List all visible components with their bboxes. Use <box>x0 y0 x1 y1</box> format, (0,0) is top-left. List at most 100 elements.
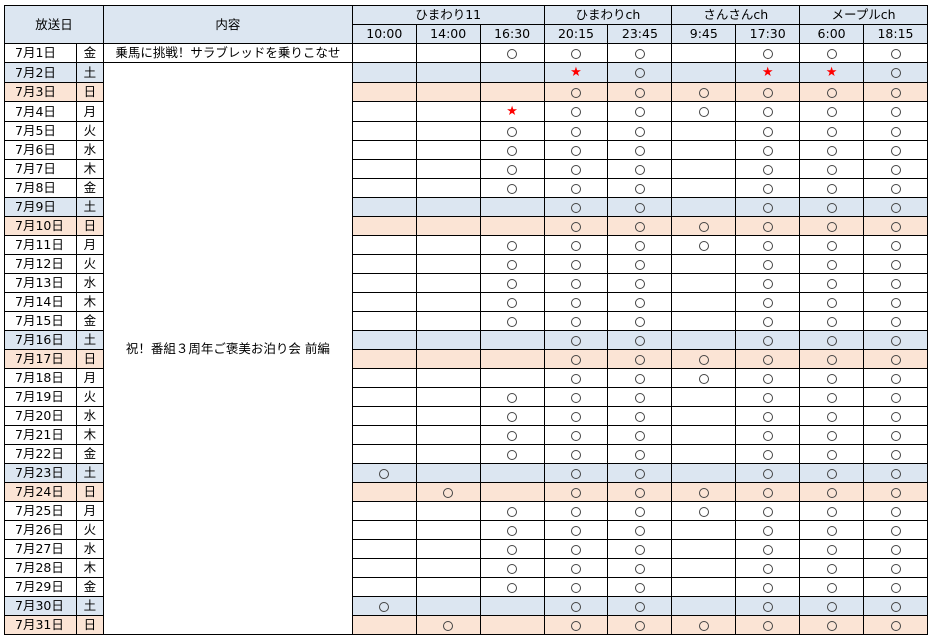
slot-cell <box>479 368 545 388</box>
weekday: 火 <box>75 387 104 407</box>
slot-cell <box>735 330 801 350</box>
circle-icon <box>826 544 837 555</box>
weekday: 金 <box>75 43 104 63</box>
schedule-row: 7月2日土祝！番組３周年ご褒美お泊り会 前編 ★ ★ ★ <box>4 62 928 635</box>
slot-cell <box>735 463 801 483</box>
circle-icon <box>571 259 581 270</box>
weekday: 水 <box>75 273 104 293</box>
slot-cell <box>671 273 737 293</box>
slot-cell <box>415 501 481 521</box>
circle-icon <box>507 411 518 422</box>
circle-icon <box>698 240 709 251</box>
slot-cell <box>799 539 865 559</box>
circle-icon <box>571 525 581 536</box>
circle-icon <box>762 221 773 232</box>
circle-icon <box>890 316 901 327</box>
circle-icon <box>826 278 837 289</box>
slot-cell <box>607 101 673 122</box>
slot-cell <box>351 387 417 407</box>
slot-cell: ★ <box>735 62 801 83</box>
circle-icon <box>826 563 837 574</box>
slot-cell <box>671 387 737 407</box>
slot-cell <box>479 292 545 312</box>
slot-cell <box>415 444 481 464</box>
circle-icon <box>890 335 901 346</box>
circle-icon <box>507 48 518 59</box>
schedule-body: 7月1日金乗馬に挑戦！サラブレッドを乗りこなせ 7月2日土祝！番組３周年ご褒美お泊… <box>4 43 928 635</box>
slot-cell <box>415 82 481 102</box>
circle-icon <box>507 392 518 403</box>
circle-icon <box>571 126 581 137</box>
slot-cell <box>351 292 417 312</box>
slot-cell: ★ <box>479 101 545 122</box>
slot-cell <box>543 254 609 274</box>
circle-icon <box>634 582 645 593</box>
slot-cell <box>735 444 801 464</box>
slot-cell <box>351 330 417 350</box>
slot-cell <box>799 558 865 578</box>
broadcast-date: 7月7日 <box>4 159 77 179</box>
slot-cell <box>351 463 417 483</box>
circle-icon <box>571 316 581 327</box>
circle-icon <box>826 525 837 536</box>
circle-icon <box>890 240 901 251</box>
slot-cell <box>607 444 673 464</box>
slot-cell <box>543 82 609 102</box>
slot-cell <box>543 178 609 198</box>
slot-cell <box>351 482 417 502</box>
slot-cell <box>415 349 481 369</box>
slot-cell <box>415 330 481 350</box>
slot-cell <box>671 235 737 255</box>
slot-cell <box>607 121 673 141</box>
slot-cell: ★ <box>799 62 865 83</box>
slot-cell <box>415 178 481 198</box>
slot-cell <box>479 330 545 350</box>
weekday: 木 <box>75 159 104 179</box>
circle-icon <box>762 582 773 593</box>
circle-icon <box>890 563 901 574</box>
slot-cell <box>415 197 481 217</box>
slot-cell <box>799 368 865 388</box>
circle-icon <box>762 126 773 137</box>
slot-cell <box>671 101 737 122</box>
weekday: 金 <box>75 178 104 198</box>
slot-cell <box>479 444 545 464</box>
slot-cell <box>799 82 865 102</box>
circle-icon <box>762 411 773 422</box>
circle-icon <box>571 601 581 612</box>
broadcast-date: 7月29日 <box>4 577 77 597</box>
slot-cell <box>671 254 737 274</box>
circle-icon <box>762 259 773 270</box>
slot-cell <box>479 425 545 445</box>
slot-cell <box>863 273 928 293</box>
circle-icon <box>762 354 773 365</box>
weekday: 木 <box>75 425 104 445</box>
slot-cell <box>863 596 928 616</box>
slot-cell <box>479 43 545 63</box>
time-header: 17:30 <box>735 24 801 44</box>
slot-cell <box>863 216 928 236</box>
circle-icon <box>890 87 901 98</box>
slot-cell <box>351 444 417 464</box>
slot-cell <box>351 235 417 255</box>
slot-cell <box>479 615 545 635</box>
broadcast-date: 7月5日 <box>4 121 77 141</box>
slot-cell <box>735 140 801 160</box>
slot-cell <box>799 615 865 635</box>
slot-cell <box>671 349 737 369</box>
circle-icon <box>762 487 773 498</box>
slot-cell <box>607 596 673 616</box>
weekday: 土 <box>75 596 104 616</box>
slot-cell <box>863 520 928 540</box>
channel-header: ひまわり11 <box>351 5 545 25</box>
circle-icon <box>890 582 901 593</box>
slot-cell <box>479 387 545 407</box>
slot-cell <box>415 62 481 83</box>
slot-cell <box>799 482 865 502</box>
slot-cell <box>543 577 609 597</box>
slot-cell <box>415 387 481 407</box>
slot-cell <box>735 349 801 369</box>
broadcast-date: 7月28日 <box>4 558 77 578</box>
weekday: 日 <box>75 482 104 502</box>
circle-icon <box>698 620 709 631</box>
